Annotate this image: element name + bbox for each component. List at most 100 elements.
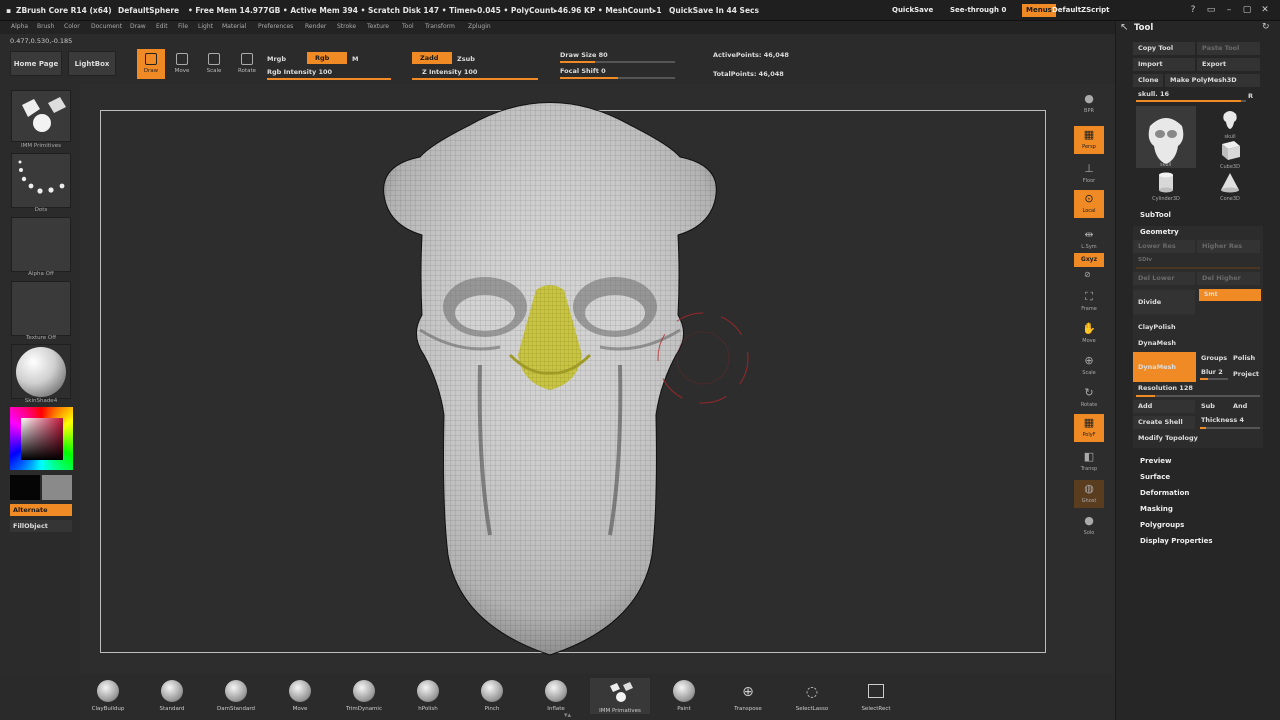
rgb-intensity-slider[interactable]: Rgb Intensity 100 bbox=[267, 68, 332, 76]
zsub-button[interactable]: Zsub bbox=[457, 55, 475, 63]
color-square[interactable] bbox=[21, 418, 63, 460]
transpose-tool[interactable]: ⊕ Transpose bbox=[720, 678, 776, 712]
preview-section[interactable]: Preview bbox=[1140, 457, 1172, 465]
surface-section[interactable]: Surface bbox=[1140, 473, 1170, 481]
menu-brush[interactable]: Brush bbox=[37, 23, 54, 30]
paste-tool-button[interactable]: Paste Tool bbox=[1197, 42, 1260, 55]
claypolish-section[interactable]: ClayPolish bbox=[1133, 321, 1260, 334]
menu-zplugin[interactable]: Zplugin bbox=[468, 23, 491, 30]
lightbox-button[interactable]: LightBox bbox=[68, 51, 116, 76]
copy-tool-button[interactable]: Copy Tool bbox=[1133, 42, 1195, 55]
display-properties-section[interactable]: Display Properties bbox=[1140, 537, 1213, 545]
inflate-brush[interactable]: Inflate bbox=[528, 678, 584, 712]
resolution-track[interactable] bbox=[1136, 395, 1260, 397]
groups-toggle[interactable]: Groups bbox=[1196, 352, 1227, 365]
draw-mode-button[interactable]: Draw bbox=[137, 49, 165, 79]
standard-brush[interactable]: Standard bbox=[144, 678, 200, 712]
polish-toggle[interactable]: Polish bbox=[1228, 352, 1255, 365]
rotate-mode-button[interactable]: Rotate bbox=[233, 49, 261, 79]
stroke-thumb[interactable] bbox=[11, 153, 71, 208]
export-button[interactable]: Export bbox=[1197, 58, 1260, 71]
rotate-view-button[interactable]: ↻ Rotate bbox=[1074, 384, 1104, 412]
polyf-button[interactable]: ▦ PolyF bbox=[1074, 414, 1104, 442]
mrgb-button[interactable]: Mrgb bbox=[267, 55, 286, 63]
trimdynamic-brush[interactable]: TrimDynamic bbox=[336, 678, 392, 712]
tool-thumb-cube3d[interactable]: Cube3D bbox=[1214, 138, 1246, 170]
rotate-lock-icon[interactable]: ⊘ bbox=[1084, 270, 1091, 279]
palette-drag-icon[interactable]: ↖ bbox=[1120, 22, 1128, 33]
fillobject-button[interactable]: FillObject bbox=[10, 520, 72, 532]
sdiv-track[interactable] bbox=[1136, 267, 1260, 269]
selectrect-tool[interactable]: SelectRect bbox=[848, 678, 904, 712]
claybuildup-brush[interactable]: ClayBuildup bbox=[80, 678, 136, 712]
menu-file[interactable]: File bbox=[178, 23, 188, 30]
focal-shift-track[interactable] bbox=[560, 77, 675, 79]
rgb-button[interactable]: Rgb bbox=[307, 52, 347, 64]
menu-material[interactable]: Material bbox=[222, 23, 246, 30]
masking-section[interactable]: Masking bbox=[1140, 505, 1173, 513]
scale-view-button[interactable]: ⊕ Scale bbox=[1074, 352, 1104, 380]
frame-button[interactable]: ⛶ Frame bbox=[1074, 288, 1104, 316]
project-toggle[interactable]: Project bbox=[1228, 368, 1259, 381]
tool-thumb-skull-large[interactable] bbox=[1136, 106, 1196, 168]
sub-button[interactable]: Sub bbox=[1196, 400, 1215, 413]
pinch-brush[interactable]: Pinch bbox=[464, 678, 520, 712]
tool-thumb-cylinder3d[interactable]: Cylinder3D bbox=[1150, 170, 1182, 202]
brush-primitives-thumb[interactable] bbox=[11, 90, 71, 142]
zscript-button[interactable]: DefaultZScript bbox=[1048, 4, 1114, 17]
thickness-track[interactable] bbox=[1200, 427, 1260, 429]
imm-primitives-brush[interactable]: IMM Primatives bbox=[590, 678, 650, 714]
tool-thumb-skull[interactable]: skull bbox=[1214, 106, 1246, 140]
floor-button[interactable]: ⊥ Floor bbox=[1074, 160, 1104, 188]
paint-brush[interactable]: Paint bbox=[656, 678, 712, 712]
del-higher-button[interactable]: Del Higher bbox=[1197, 272, 1260, 285]
reset-r-button[interactable]: R bbox=[1248, 92, 1253, 100]
draw-size-slider[interactable]: Draw Size 80 bbox=[560, 51, 608, 59]
dynamesh-button[interactable]: DynaMesh bbox=[1133, 352, 1196, 382]
menu-light[interactable]: Light bbox=[198, 23, 213, 30]
solo-button[interactable]: ● Solo bbox=[1074, 512, 1104, 540]
palette-refresh-icon[interactable]: ↻ bbox=[1262, 22, 1270, 32]
blur-track[interactable] bbox=[1200, 378, 1228, 380]
gxyz-button[interactable]: Gxyz bbox=[1074, 253, 1104, 267]
focal-shift-slider[interactable]: Focal Shift 0 bbox=[560, 67, 606, 75]
polygroups-section[interactable]: Polygroups bbox=[1140, 521, 1184, 529]
local-button[interactable]: ⊙ Local bbox=[1074, 190, 1104, 218]
see-through-slider[interactable]: See-through 0 bbox=[946, 4, 1010, 17]
menu-tool[interactable]: Tool bbox=[402, 23, 414, 30]
material-thumb[interactable] bbox=[11, 344, 71, 399]
selectlasso-tool[interactable]: ◌ SelectLasso bbox=[784, 678, 840, 712]
m-button[interactable]: M bbox=[352, 55, 358, 63]
secondary-color-swatch[interactable] bbox=[42, 475, 72, 500]
shelf-expand-icon[interactable]: ▾▴ bbox=[564, 711, 571, 719]
menu-texture[interactable]: Texture bbox=[367, 23, 389, 30]
scale-mode-button[interactable]: Scale bbox=[200, 49, 228, 79]
create-shell-button[interactable]: Create Shell bbox=[1133, 416, 1195, 429]
main-color-swatch[interactable] bbox=[10, 475, 40, 500]
quicksave-button[interactable]: QuickSave bbox=[888, 4, 937, 17]
bpr-button[interactable]: ● BPR bbox=[1074, 90, 1104, 118]
and-button[interactable]: And bbox=[1228, 400, 1247, 413]
import-button[interactable]: Import bbox=[1133, 58, 1195, 71]
transp-button[interactable]: ◧ Transp bbox=[1074, 448, 1104, 476]
menu-color[interactable]: Color bbox=[64, 23, 80, 30]
menu-edit[interactable]: Edit bbox=[156, 23, 168, 30]
menu-alpha[interactable]: Alpha bbox=[11, 23, 28, 30]
layout-icon[interactable]: ▭ bbox=[1204, 4, 1218, 16]
thickness-slider[interactable]: Thickness 4 bbox=[1196, 414, 1244, 427]
home-page-button[interactable]: Home Page bbox=[10, 51, 62, 76]
minimize-icon[interactable]: – bbox=[1222, 4, 1236, 16]
maximize-icon[interactable]: ▢ bbox=[1240, 4, 1254, 16]
menu-draw[interactable]: Draw bbox=[130, 23, 146, 30]
menu-transform[interactable]: Transform bbox=[425, 23, 455, 30]
ghost-button[interactable]: ◍ Ghost bbox=[1074, 480, 1104, 508]
dynamesh-section[interactable]: DynaMesh bbox=[1133, 337, 1260, 350]
geometry-section[interactable]: Geometry bbox=[1140, 228, 1179, 236]
menu-preferences[interactable]: Preferences bbox=[258, 23, 293, 30]
z-intensity-slider[interactable]: Z Intensity 100 bbox=[422, 68, 477, 76]
current-tool-track[interactable] bbox=[1136, 100, 1246, 102]
tool-palette-title[interactable]: Tool bbox=[1134, 23, 1153, 33]
damstandard-brush[interactable]: DamStandard bbox=[208, 678, 264, 712]
menu-render[interactable]: Render bbox=[305, 23, 326, 30]
draw-size-track[interactable] bbox=[560, 61, 675, 63]
